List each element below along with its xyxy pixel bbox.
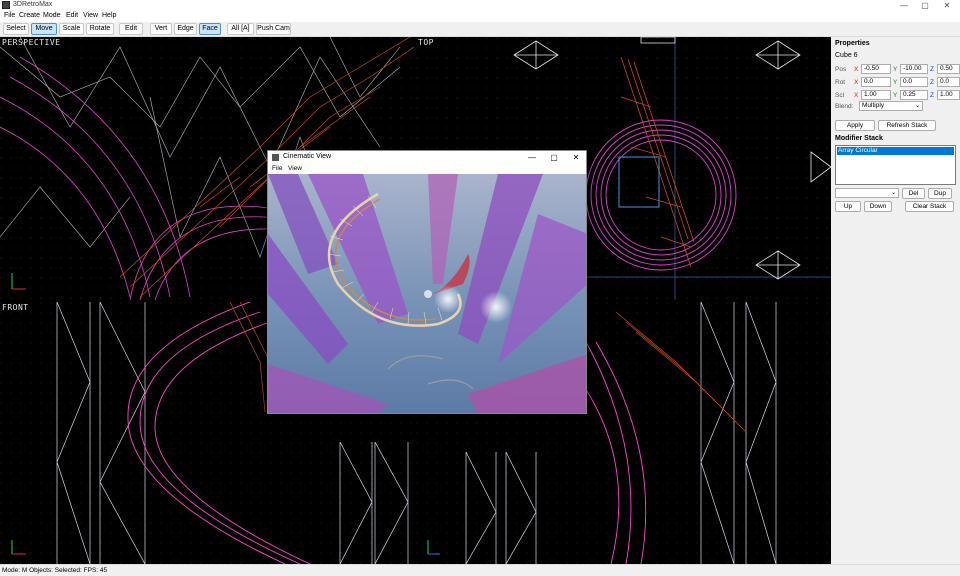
menu-view[interactable]: View [83, 12, 98, 19]
blend-label: Blend: [835, 103, 854, 110]
rotate-tool-button[interactable]: Rotate [86, 23, 114, 35]
scl-z-field[interactable]: 1.00 [937, 90, 960, 100]
edit-mode-button[interactable]: Edit [119, 23, 143, 35]
scl-x-label: X [854, 92, 859, 99]
apply-button[interactable]: Apply [835, 120, 875, 131]
pos-y-label: Y [893, 66, 898, 73]
pos-z-label: Z [930, 66, 934, 73]
pos-x-label: X [854, 66, 859, 73]
properties-heading: Properties [835, 40, 870, 47]
rot-y-label: Y [893, 79, 898, 86]
add-modifier-select[interactable]: ⌄ [835, 188, 899, 198]
cinematic-title: Cinematic View [283, 153, 332, 160]
cinematic-maximize-button[interactable]: ▢ [543, 151, 565, 164]
cinematic-app-icon [272, 154, 279, 161]
menu-help[interactable]: Help [102, 12, 116, 19]
cinematic-close-button[interactable]: ✕ [565, 151, 586, 164]
move-up-button[interactable]: Up [835, 201, 861, 212]
scl-y-field[interactable]: 0.25 [900, 90, 928, 100]
chevron-down-icon: ⌄ [890, 190, 896, 196]
menu-bar: File Create Mode Edit View Help [0, 11, 960, 22]
rot-y-field[interactable]: 0.0 [900, 77, 928, 87]
cinematic-menu-file[interactable]: File [272, 165, 282, 172]
chevron-down-icon: ⌄ [914, 103, 920, 109]
select-tool-button[interactable]: Select [3, 23, 29, 35]
cinematic-render [268, 174, 586, 413]
edge-mode-button[interactable]: Edge [174, 23, 197, 35]
viewport-grid: PERSPECTIVE TOP FRONT Cinematic View — ▢… [0, 37, 831, 564]
scl-y-label: Y [893, 92, 898, 99]
modifier-item[interactable]: Array Circular [837, 147, 954, 155]
cinematic-title-bar[interactable]: Cinematic View — ▢ ✕ [268, 151, 586, 164]
maximize-button[interactable]: ▢ [914, 0, 936, 11]
toolbar: Select Move Scale Rotate Edit Vert Edge … [0, 22, 960, 37]
blend-select[interactable]: Multiply ⌄ [859, 101, 923, 111]
push-cam-button[interactable]: Push Cam [256, 23, 291, 35]
pos-x-field[interactable]: -0.50 [861, 64, 891, 74]
pos-label: Pos [835, 66, 847, 73]
app-icon [2, 1, 10, 9]
rot-x-field[interactable]: 0.0 [861, 77, 891, 87]
pos-z-field[interactable]: 0.50 [937, 64, 960, 74]
rot-x-label: X [854, 79, 859, 86]
face-mode-button[interactable]: Face [199, 23, 221, 35]
move-down-button[interactable]: Down [864, 201, 892, 212]
menu-file[interactable]: File [4, 12, 15, 19]
title-bar: 3DRetroMax — ▢ ✕ [0, 0, 960, 11]
scl-z-label: Z [930, 92, 934, 99]
pos-y-field[interactable]: -10.00 [900, 64, 928, 74]
rot-label: Rot [835, 79, 846, 86]
properties-panel: Properties Cube 6 Pos X -0.50 Y -10.00 Z… [831, 37, 960, 564]
cinematic-minimize-button[interactable]: — [521, 151, 543, 164]
rot-z-label: Z [930, 79, 934, 86]
minimize-button[interactable]: — [893, 0, 915, 11]
perspective-label: PERSPECTIVE [2, 38, 61, 47]
select-all-button[interactable]: All [A] [227, 23, 254, 35]
cinematic-window[interactable]: Cinematic View — ▢ ✕ File View [267, 150, 587, 414]
rot-z-field[interactable]: 0.0 [937, 77, 960, 87]
front-label: FRONT [2, 303, 29, 312]
vert-mode-button[interactable]: Vert [150, 23, 172, 35]
refresh-stack-button[interactable]: Refresh Stack [878, 120, 936, 131]
cinematic-menu-view[interactable]: View [288, 165, 302, 172]
menu-mode[interactable]: Mode [43, 12, 61, 19]
modifier-stack-heading: Modifier Stack [835, 135, 883, 142]
close-button[interactable]: ✕ [936, 0, 958, 11]
blend-value: Multiply [862, 102, 885, 109]
app-title: 3DRetroMax [13, 1, 53, 8]
menu-create[interactable]: Create [19, 12, 40, 19]
modifier-list[interactable]: Array Circular [835, 145, 956, 185]
delete-modifier-button[interactable]: Del [902, 188, 925, 199]
duplicate-modifier-button[interactable]: Dup [928, 188, 952, 199]
menu-edit[interactable]: Edit [66, 12, 78, 19]
status-bar: Mode: M Objects: Selected: FPS: 45 [0, 564, 960, 576]
scl-label: Scl [835, 92, 845, 99]
scale-tool-button[interactable]: Scale [59, 23, 84, 35]
move-tool-button[interactable]: Move [31, 23, 57, 35]
top-label: TOP [418, 38, 434, 47]
cinematic-menu-bar: File View [268, 164, 586, 174]
scl-x-field[interactable]: 1.00 [861, 90, 891, 100]
object-name: Cube 6 [835, 52, 858, 59]
clear-stack-button[interactable]: Clear Stack [905, 201, 954, 212]
